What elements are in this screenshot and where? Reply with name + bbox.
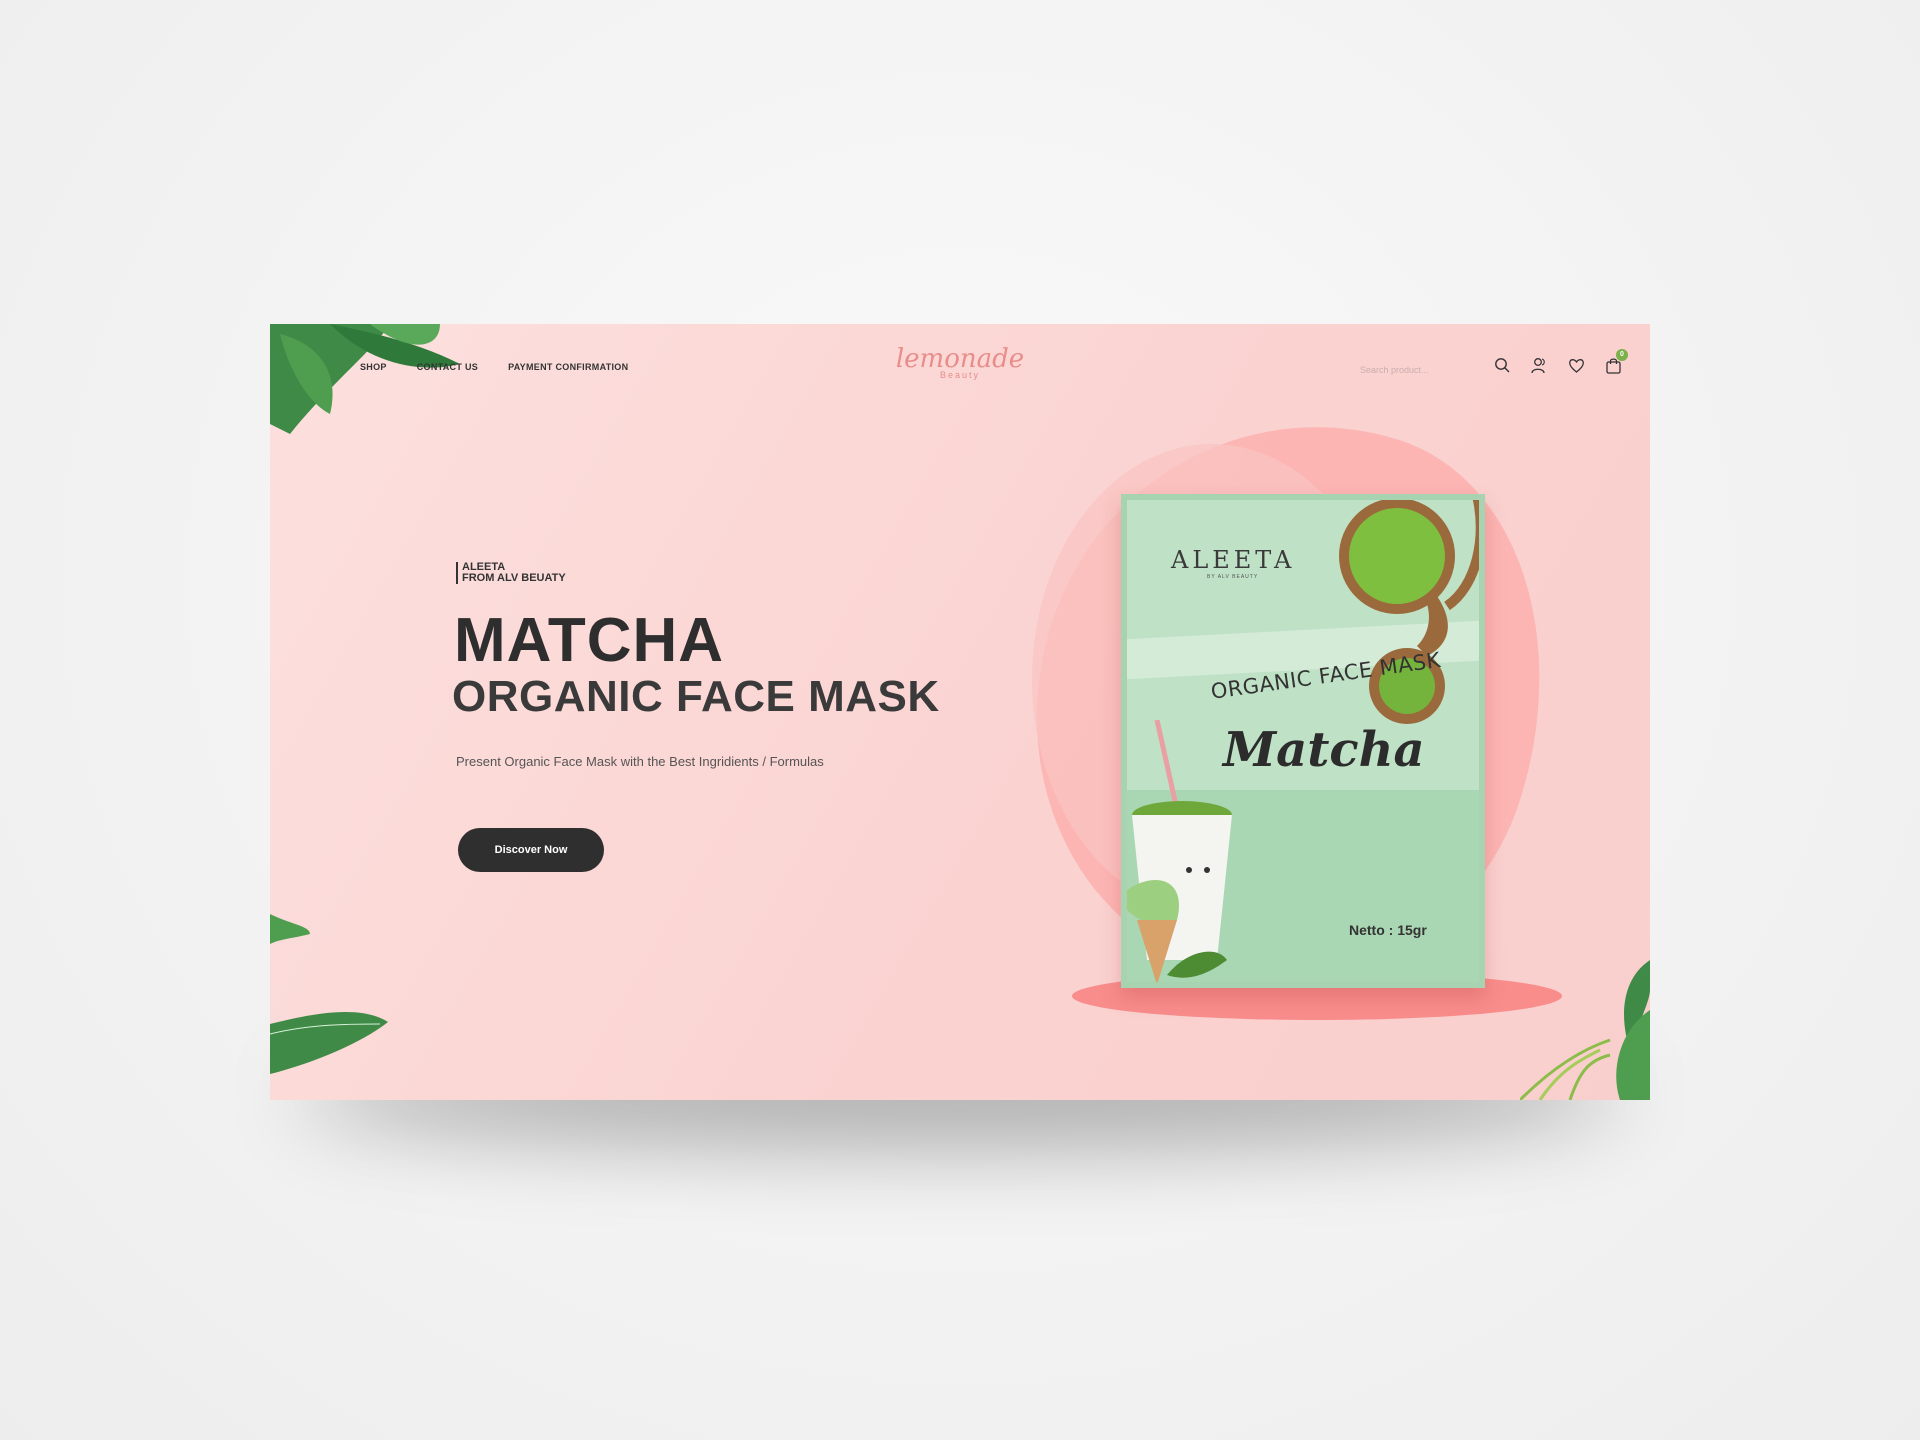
hero-description: Present Organic Face Mask with the Best … [456, 754, 824, 769]
brand-tag: ALEETA FROM ALV BEUATY [456, 562, 566, 584]
heart-icon[interactable] [1568, 357, 1585, 374]
leaf-bottom-left-icon [270, 914, 388, 1074]
page-frame: SHOP CONTACT US PAYMENT CONFIRMATION lem… [270, 324, 1650, 1100]
discover-now-button[interactable]: Discover Now [458, 828, 604, 872]
product-package[interactable]: ALEETA BY ALV BEAUTY ORGANIC FACE MASK M… [1121, 494, 1485, 988]
nav-shop[interactable]: SHOP [360, 362, 387, 372]
search-box [1360, 360, 1460, 378]
search-icon[interactable] [1494, 357, 1511, 374]
package-artwork: ALEETA BY ALV BEAUTY ORGANIC FACE MASK M… [1127, 500, 1479, 982]
package-product-name: Matcha [1223, 722, 1425, 778]
brand-tag-line2: FROM ALV BEUATY [462, 572, 566, 584]
package-netto: Netto : 15gr [1349, 922, 1427, 938]
matcha-spoon-icon [1339, 500, 1479, 724]
leaf-bottom-right-icon [1520, 960, 1650, 1100]
hero-subtitle: ORGANIC FACE MASK [452, 672, 940, 721]
cart-count-badge: 0 [1616, 349, 1628, 361]
cart-icon[interactable]: 0 [1605, 349, 1628, 374]
nav-payment-confirmation[interactable]: PAYMENT CONFIRMATION [508, 362, 628, 372]
package-brand-sub: BY ALV BEAUTY [1207, 574, 1259, 580]
site-logo[interactable]: lemonade Beauty [890, 344, 1030, 380]
user-icon[interactable] [1531, 357, 1548, 374]
search-input[interactable] [1360, 365, 1460, 375]
nav-contact-us[interactable]: CONTACT US [417, 362, 478, 372]
main-nav: SHOP CONTACT US PAYMENT CONFIRMATION [360, 362, 628, 372]
header-icons: 0 [1494, 349, 1628, 374]
leaf-top-left-icon [270, 324, 460, 434]
package-brand: ALEETA [1171, 546, 1296, 574]
hero-title: MATCHA [454, 606, 725, 675]
